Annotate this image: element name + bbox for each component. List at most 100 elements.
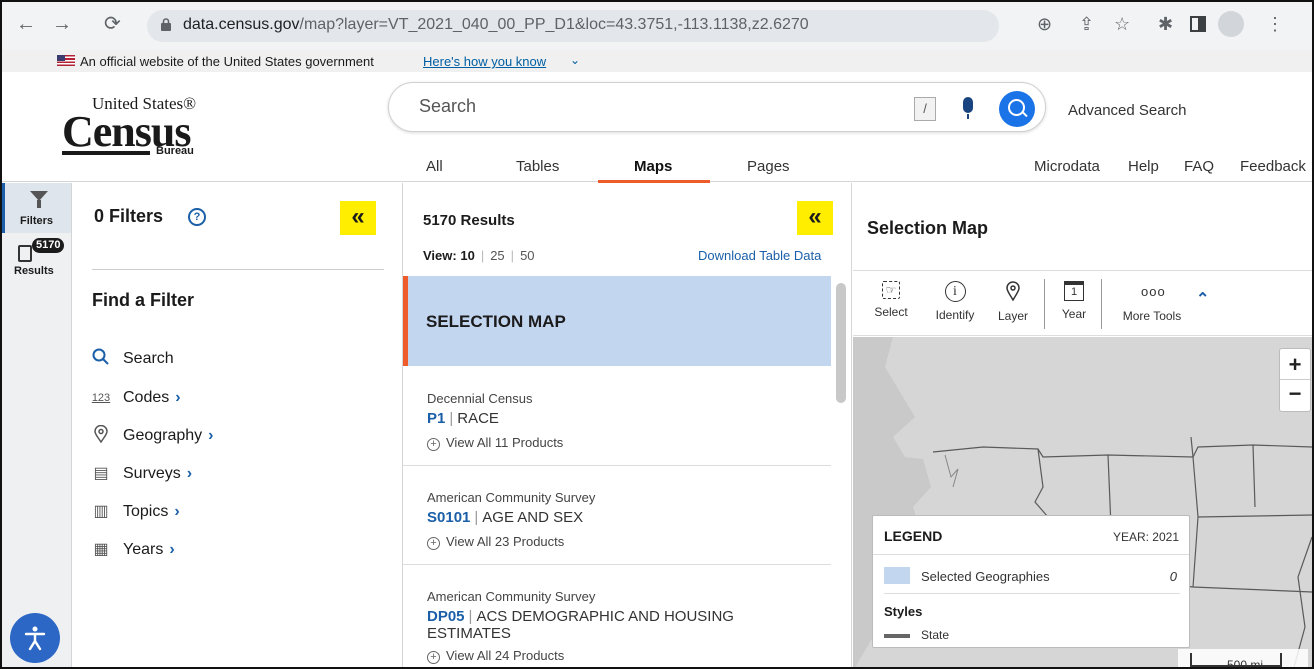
- search-shortcut-key: /: [914, 97, 936, 121]
- search-icon: [90, 348, 112, 373]
- heres-how-you-know-link[interactable]: Here's how you know: [423, 54, 546, 69]
- divider: [92, 269, 384, 270]
- toolbar-divider: [1101, 279, 1102, 329]
- result-title[interactable]: DP05 | ACS DEMOGRAPHIC AND HOUSING ESTIMAT…: [427, 608, 817, 642]
- map-toolbar: ☞ Select i Identify Layer 1 Year ooo Mor…: [853, 270, 1312, 336]
- us-flag-icon: [57, 55, 75, 66]
- find-a-filter-heading: Find a Filter: [92, 290, 195, 310]
- selection-map-card[interactable]: SELECTION MAP: [403, 276, 831, 366]
- legend-year: YEAR: 2021: [1112, 530, 1179, 544]
- nav-microdata-link[interactable]: Microdata: [1034, 158, 1100, 175]
- zoom-in-button[interactable]: +: [1280, 349, 1310, 380]
- tool-label: More Tools: [1122, 309, 1182, 323]
- topics-icon: ▥: [93, 503, 109, 520]
- collapse-filters-button[interactable]: «: [340, 201, 376, 235]
- result-title[interactable]: S0101 | AGE AND SEX: [427, 509, 817, 526]
- results-per-page: View: 10 | 25 | 50: [423, 248, 535, 263]
- result-card[interactable]: Decennial Census P1 | RACE + View All 11 Pr…: [403, 367, 831, 466]
- side-panel-icon[interactable]: [1190, 16, 1206, 32]
- collapse-results-button[interactable]: «: [797, 201, 833, 235]
- chevron-down-icon[interactable]: ⌄: [570, 53, 580, 67]
- nav-help-link[interactable]: Help: [1128, 158, 1159, 175]
- tab-maps[interactable]: Maps: [634, 158, 672, 175]
- results-count: 5170 Results: [423, 212, 515, 229]
- survey-icon: ▤: [93, 465, 109, 482]
- result-card[interactable]: American Community Survey DP05 | ACS DEMOG…: [403, 565, 831, 667]
- map-zoom-control: + −: [1279, 348, 1311, 412]
- rail-filters-button[interactable]: Filters: [2, 183, 71, 233]
- codes-icon: 123: [91, 392, 111, 404]
- view-option-25[interactable]: 25: [490, 248, 504, 263]
- forward-arrow-icon[interactable]: →: [52, 14, 72, 34]
- toolbar-divider: [1044, 279, 1045, 329]
- rail-results-button[interactable]: 5170 Results: [2, 235, 71, 281]
- view-all-products-link[interactable]: + View All 11 Products: [427, 435, 563, 451]
- results-document-icon: [18, 245, 32, 262]
- url-text: data.census.gov/map?layer=VT_2021_040_00…: [183, 16, 809, 33]
- results-scrollbar[interactable]: [836, 283, 846, 403]
- filter-item-label: Surveys ›: [123, 465, 193, 482]
- help-circle-icon[interactable]: ?: [188, 208, 206, 226]
- plus-circle-icon: +: [427, 438, 440, 451]
- accessibility-icon[interactable]: [10, 613, 60, 663]
- gov-banner: An official website of the United States…: [2, 50, 1312, 72]
- tab-tables[interactable]: Tables: [516, 158, 559, 175]
- legend-styles-heading: Styles: [884, 604, 923, 619]
- tab-pages[interactable]: Pages: [747, 158, 790, 175]
- back-arrow-icon[interactable]: ←: [16, 14, 36, 34]
- zoom-out-button[interactable]: −: [1280, 380, 1310, 411]
- view-option-10[interactable]: 10: [460, 248, 474, 263]
- tab-all[interactable]: All: [426, 158, 443, 175]
- search-box: /: [388, 82, 1046, 132]
- filter-panel: 0 Filters ? « Find a Filter Search 123 C…: [72, 183, 403, 667]
- search-input[interactable]: [419, 96, 899, 117]
- view-option-50[interactable]: 50: [520, 248, 534, 263]
- calendar-icon: 1: [1064, 281, 1084, 301]
- tool-label: Identify: [935, 308, 975, 322]
- chevron-double-up-icon[interactable]: ⌃: [1196, 289, 1209, 309]
- state-line-swatch: [884, 634, 910, 638]
- advanced-search-link[interactable]: Advanced Search: [1068, 102, 1186, 119]
- view-all-products-link[interactable]: + View All 23 Products: [427, 534, 564, 550]
- tool-year-button[interactable]: 1 Year: [1056, 281, 1092, 331]
- site-header: United States® Census Bureau / Advanced …: [2, 72, 1312, 184]
- nav-feedback-link[interactable]: Feedback: [1240, 158, 1306, 175]
- filter-item-label: Topics ›: [123, 503, 180, 520]
- browser-menu-icon[interactable]: ⋮: [1266, 14, 1284, 34]
- map-canvas[interactable]: + − LEGEND YEAR: 2021 Selected Geographi…: [853, 337, 1312, 669]
- view-all-products-link[interactable]: + View All 24 Products: [427, 648, 564, 664]
- microphone-icon[interactable]: [963, 97, 973, 119]
- selected-geographies-label: Selected Geographies: [921, 569, 1050, 584]
- census-logo[interactable]: United States® Census Bureau: [62, 94, 212, 158]
- result-card[interactable]: American Community Survey S0101 | AGE AND …: [403, 466, 831, 565]
- download-table-data-link[interactable]: Download Table Data: [698, 248, 821, 263]
- result-title[interactable]: P1 | RACE: [427, 410, 817, 427]
- search-button[interactable]: [999, 91, 1035, 127]
- calendar-icon: ▦: [93, 541, 109, 558]
- profile-avatar-icon[interactable]: [1218, 11, 1244, 37]
- map-legend: LEGEND YEAR: 2021 Selected Geographies 0…: [872, 515, 1190, 648]
- left-rail: Filters 5170 Results: [2, 183, 72, 667]
- tool-select-button[interactable]: ☞ Select: [869, 281, 913, 331]
- share-icon[interactable]: ⇪: [1079, 14, 1094, 34]
- nav-faq-link[interactable]: FAQ: [1184, 158, 1214, 175]
- zoom-icon[interactable]: ⊕: [1037, 14, 1052, 34]
- scale-label: 500 mi: [1227, 658, 1264, 669]
- location-pin-icon: [1002, 281, 1024, 303]
- selected-geographies-count: 0: [1169, 569, 1177, 584]
- reload-icon[interactable]: ⟳: [104, 14, 121, 34]
- extensions-puzzle-icon[interactable]: ✱: [1158, 14, 1173, 34]
- tool-identify-button[interactable]: i Identify: [929, 281, 981, 331]
- selected-geographies-swatch: [884, 567, 910, 584]
- filter-item-label: Years ›: [123, 541, 175, 558]
- tool-more-button[interactable]: ooo More Tools: [1114, 281, 1190, 331]
- logo-underline: [62, 151, 150, 155]
- result-survey: American Community Survey: [427, 589, 596, 604]
- rail-results-label: Results: [14, 265, 54, 277]
- tool-label: Year: [1061, 307, 1087, 321]
- address-bar[interactable]: data.census.gov/map?layer=VT_2021_040_00…: [147, 10, 999, 42]
- results-panel: 5170 Results « View: 10 | 25 | 50 Download T…: [403, 183, 852, 667]
- tool-layer-button[interactable]: Layer: [993, 281, 1033, 331]
- view-label: View:: [423, 248, 457, 263]
- bookmark-star-icon[interactable]: ☆: [1114, 14, 1130, 34]
